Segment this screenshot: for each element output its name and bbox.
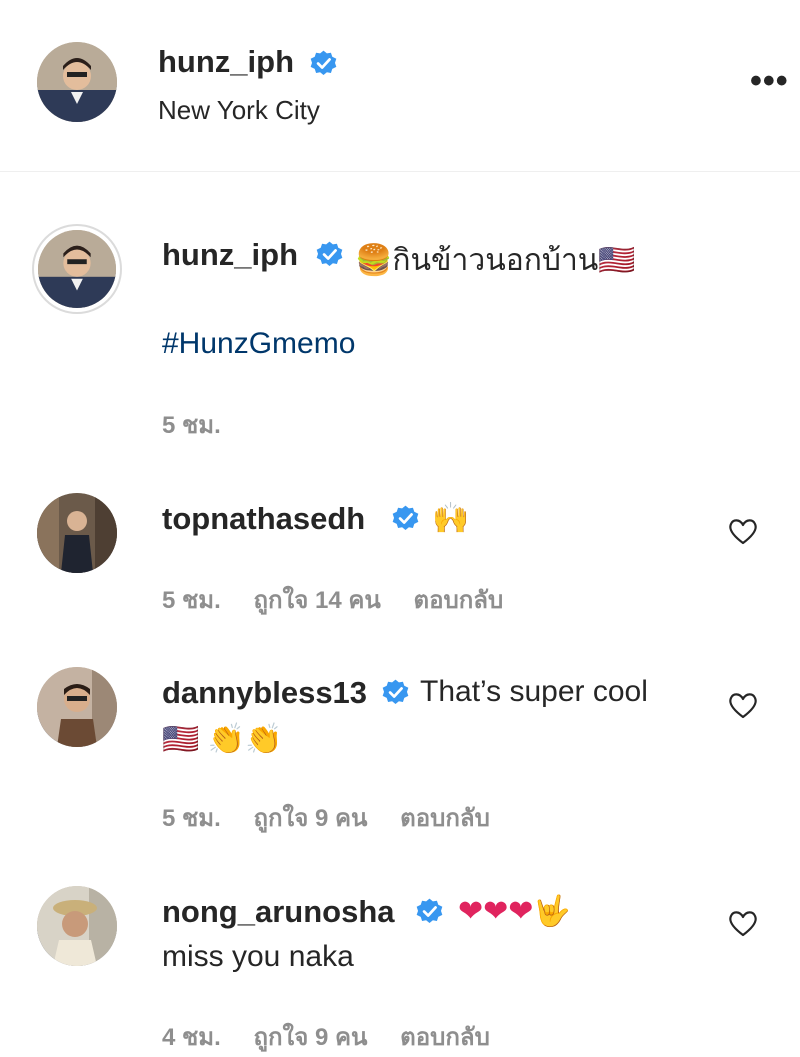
comment-likes[interactable]: ถูกใจ 9 คน xyxy=(253,805,367,832)
comment-text-line2: miss you naka xyxy=(162,940,354,973)
comment-time: 5 ชม. xyxy=(162,587,221,614)
comment-time: 4 ชม. xyxy=(162,1024,221,1051)
heart-outline-icon[interactable] xyxy=(727,689,759,721)
header-location[interactable]: New York City xyxy=(158,95,320,126)
avatar-photo xyxy=(37,667,117,747)
comment-text: That’s super cool xyxy=(420,675,648,708)
verified-icon xyxy=(316,241,343,266)
comment-username[interactable]: dannybless13 xyxy=(162,675,367,711)
comment-text: ❤❤❤🤟 xyxy=(458,895,571,928)
avatar-photo xyxy=(37,493,117,573)
comment-time: 5 ชม. xyxy=(162,805,221,832)
caption-text: 🍔กินข้าวนอกบ้าน🇺🇸 xyxy=(355,244,636,277)
comment-avatar[interactable] xyxy=(37,886,117,966)
verified-icon xyxy=(382,679,409,704)
verified-icon xyxy=(392,505,419,530)
verified-icon xyxy=(310,50,337,75)
comment-meta: 4 ชม. ถูกใจ 9 คน ตอบกลับ xyxy=(162,1017,516,1056)
comment-likes[interactable]: ถูกใจ 9 คน xyxy=(253,1024,367,1051)
comment-reply-button[interactable]: ตอบกลับ xyxy=(413,587,503,614)
comment-meta: 5 ชม. ถูกใจ 9 คน ตอบกลับ xyxy=(162,798,516,837)
comment-avatar[interactable] xyxy=(37,493,117,573)
caption-time: 5 ชม. xyxy=(162,412,221,439)
comment-avatar[interactable] xyxy=(37,667,117,747)
comment-reply-button[interactable]: ตอบกลับ xyxy=(400,1024,490,1051)
comment-meta: 5 ชม. ถูกใจ 14 คน ตอบกลับ xyxy=(162,580,529,619)
comment-username[interactable]: nong_arunosha xyxy=(162,894,395,930)
caption-avatar[interactable] xyxy=(38,230,116,308)
comment-likes[interactable]: ถูกใจ 14 คน xyxy=(253,587,380,614)
comment-reply-button[interactable]: ตอบกลับ xyxy=(400,805,490,832)
caption-username[interactable]: hunz_iph xyxy=(162,237,298,273)
verified-icon xyxy=(416,898,443,923)
heart-outline-icon[interactable] xyxy=(727,907,759,939)
comment-username[interactable]: topnathasedh xyxy=(162,501,365,537)
comment-text-line2: 🇺🇸 👏👏 xyxy=(162,723,283,756)
header-username[interactable]: hunz_iph xyxy=(158,44,294,80)
avatar-photo xyxy=(38,230,116,308)
header-avatar[interactable] xyxy=(37,42,117,122)
comment-text: 🙌 xyxy=(432,502,470,535)
header-divider xyxy=(0,171,800,172)
more-options-icon[interactable]: ••• xyxy=(750,62,789,101)
avatar-photo xyxy=(37,886,117,966)
heart-outline-icon[interactable] xyxy=(727,515,759,547)
caption-hashtag[interactable]: #HunzGmemo xyxy=(162,327,355,361)
avatar-photo xyxy=(37,42,117,122)
